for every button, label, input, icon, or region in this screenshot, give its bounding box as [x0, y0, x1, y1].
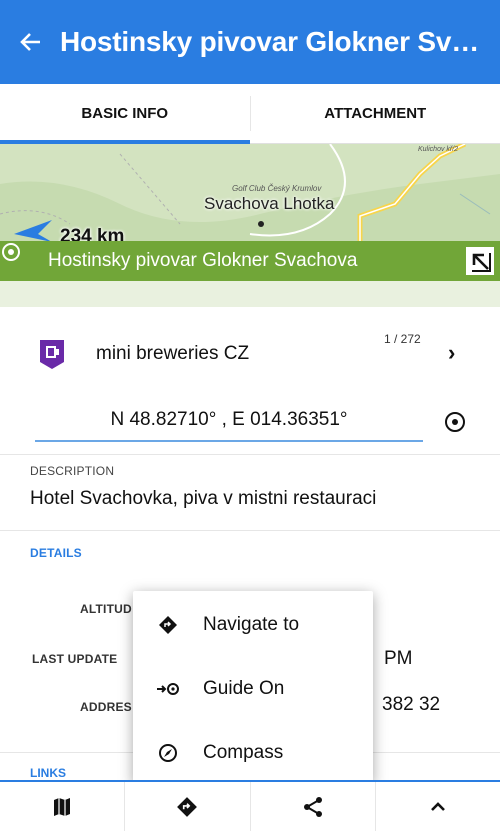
expand-up-icon	[430, 801, 445, 811]
menu-item-label: Compass	[203, 742, 284, 763]
description-text: Hotel Svachovka, piva v mistni restaurac…	[30, 488, 377, 509]
expand-button[interactable]	[376, 782, 500, 831]
map-lower-strip	[0, 281, 500, 307]
altitude-label: ALTITUD	[80, 602, 132, 616]
chevron-right-icon[interactable]: ›	[448, 340, 455, 366]
description-label: DESCRIPTION	[30, 464, 115, 478]
tab-basic-info[interactable]: BASIC INFO	[0, 84, 250, 144]
links-section-label: LINKS	[30, 766, 66, 780]
share-button[interactable]	[251, 782, 376, 831]
address-value: 382 32	[382, 694, 441, 715]
place-label: Svachova Lhotka	[204, 194, 335, 213]
tab-bar: BASIC INFO ATTACHMENT	[0, 84, 500, 144]
menu-item-label: Guide On	[203, 678, 285, 699]
point-name: Hostinsky pivovar Glokner Svachova	[48, 250, 358, 271]
coordinates-field[interactable]: N 48.82710° , E 014.36351°	[35, 400, 423, 442]
menu-item-guide-on[interactable]: Guide On	[133, 659, 373, 719]
corner-place-label: Kulichov kř/2	[418, 146, 459, 153]
target-icon[interactable]	[443, 410, 467, 434]
share-icon	[303, 796, 322, 817]
show-on-map-button[interactable]	[0, 782, 126, 831]
category-name: mini breweries CZ	[96, 343, 250, 364]
brewery-pin-icon	[40, 340, 64, 369]
open-map-icon[interactable]	[466, 247, 494, 275]
divider	[0, 530, 500, 531]
bottom-action-bar	[0, 780, 500, 831]
menu-item-navigate-to[interactable]: Navigate to	[133, 595, 373, 655]
navigate-icon	[177, 796, 198, 817]
guide-target-icon	[133, 681, 203, 697]
last-update-label: LAST UPDATE	[32, 652, 118, 666]
last-update-value: PM	[384, 648, 413, 669]
category-count: 1 / 272	[384, 332, 421, 346]
navigate-diamond-icon	[133, 615, 203, 635]
details-section-label: DETAILS	[30, 546, 82, 560]
divider	[0, 454, 500, 455]
menu-item-label: Navigate to	[203, 614, 300, 635]
tab-attachment[interactable]: ATTACHMENT	[251, 84, 500, 143]
app-bar: Hostinsky pivovar Glokner Sva...	[0, 0, 500, 84]
navigation-popup-menu: Navigate to Guide On Compass	[133, 591, 373, 783]
golf-label: Golf Club Český Krumlov	[232, 184, 322, 193]
direction-arrow-icon	[14, 220, 52, 242]
navigate-button[interactable]	[125, 782, 251, 831]
page-title: Hostinsky pivovar Glokner Sva...	[60, 26, 480, 57]
menu-item-compass[interactable]: Compass	[133, 723, 373, 783]
map-preview[interactable]: Kulichov kř/2 Golf Club Český Krumlov Sv…	[0, 144, 500, 307]
compass-icon	[133, 743, 203, 763]
back-button[interactable]	[0, 0, 60, 84]
address-label: ADDRES	[80, 700, 132, 714]
map-icon	[54, 797, 71, 816]
category-row[interactable]: mini breweries CZ 1 / 272 ›	[0, 320, 500, 388]
back-arrow-icon	[20, 33, 40, 51]
point-name-strip: Hostinsky pivovar Glokner Svachova	[0, 241, 500, 281]
